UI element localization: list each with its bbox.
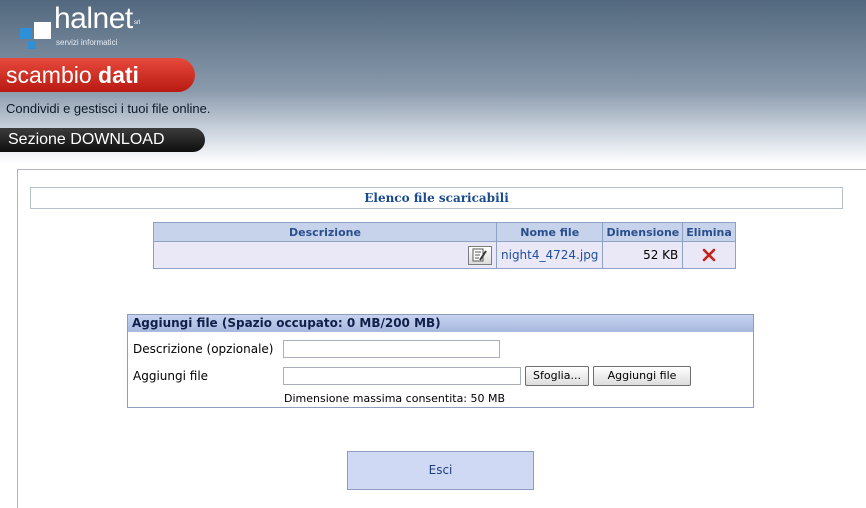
exit-button[interactable]: Esci [347,451,534,490]
app-title-badge: scambio dati [0,58,195,92]
app-title-light: scambio [6,62,92,88]
file-list-title: Elenco file scaricabili [30,187,843,209]
edit-note-icon[interactable] [468,245,492,265]
halnet-logo: halnet srl servizi informatici [10,2,170,54]
logo-square-icon [34,22,51,39]
logo-subtitle: servizi informatici [56,38,118,47]
logo-srl-text: srl [134,20,141,26]
logo-square-icon [20,28,32,39]
filename-cell: night4_4724.jpg [495,241,604,269]
column-header-filename: Nome file [495,222,604,242]
page-header: halnet srl servizi informatici scambio d… [0,0,866,164]
table-header-row: Descrizione Nome file Dimensione Elimina [153,222,736,242]
logo-brand-text: halnet [54,2,133,35]
app-title-bold: dati [98,62,139,88]
size-cell: 52 KB [602,241,684,269]
logo-square-icon [28,41,36,49]
file-path-input[interactable] [283,367,521,385]
files-table: Descrizione Nome file Dimensione Elimina [153,222,736,269]
description-cell [153,241,497,269]
delete-x-icon-glyph [702,248,716,262]
max-size-note: Dimensione massima consentita: 50 MB [284,392,506,405]
column-header-delete: Elimina [682,222,736,242]
delete-cell [682,241,736,269]
description-input[interactable] [283,340,500,358]
column-header-description: Descrizione [153,222,497,242]
add-file-panel: Aggiungi file (Spazio occupato: 0 MB/200… [127,314,754,408]
section-title: Sezione DOWNLOAD [0,128,205,152]
column-header-size: Dimensione [602,222,684,242]
delete-x-icon[interactable] [702,248,716,262]
browse-button[interactable]: Sfoglia... [525,366,589,386]
edit-note-icon-glyph [472,248,487,261]
tagline: Condividi e gestisci i tuoi file online. [6,101,211,116]
description-label: Descrizione (opzionale) [133,342,274,356]
table-row: night4_4724.jpg 52 KB [153,241,736,269]
file-download-link[interactable]: night4_4724.jpg [501,248,598,262]
add-file-panel-title: Aggiungi file (Spazio occupato: 0 MB/200… [128,315,753,332]
add-file-button[interactable]: Aggiungi file [593,366,691,386]
add-file-label: Aggiungi file [133,369,209,383]
